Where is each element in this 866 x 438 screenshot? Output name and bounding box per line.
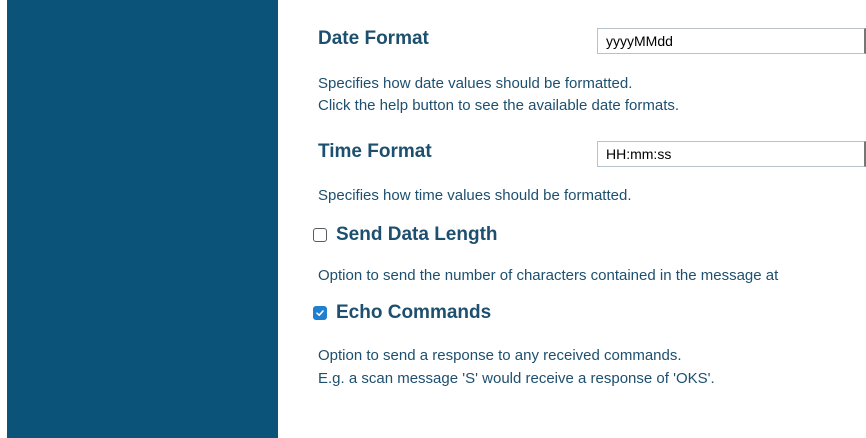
date-format-input[interactable] bbox=[597, 28, 866, 54]
send-data-length-option[interactable]: Send Data Length bbox=[313, 224, 498, 246]
echo-commands-option[interactable]: Echo Commands bbox=[313, 302, 491, 324]
send-data-length-label[interactable]: Send Data Length bbox=[336, 224, 498, 246]
checkmark-icon bbox=[316, 310, 324, 316]
time-format-label: Time Format bbox=[318, 141, 432, 162]
send-data-length-description: Option to send the number of characters … bbox=[318, 267, 779, 284]
send-data-length-checkbox[interactable] bbox=[313, 228, 327, 242]
settings-page: Date Format Specifies how date values sh… bbox=[0, 0, 866, 438]
date-format-description-line2: Click the help button to see the availab… bbox=[318, 97, 680, 114]
settings-content: Date Format Specifies how date values sh… bbox=[0, 0, 866, 438]
echo-commands-description-line2: E.g. a scan message 'S' would receive a … bbox=[318, 370, 715, 387]
time-format-description: Specifies how time values should be form… bbox=[318, 187, 632, 204]
echo-commands-description-line1: Option to send a response to any receive… bbox=[318, 347, 682, 364]
echo-commands-checkbox[interactable] bbox=[313, 306, 327, 320]
time-format-input[interactable] bbox=[597, 141, 866, 167]
echo-commands-label[interactable]: Echo Commands bbox=[336, 302, 491, 324]
date-format-description-line1: Specifies how date values should be form… bbox=[318, 75, 633, 92]
date-format-label: Date Format bbox=[318, 28, 429, 49]
